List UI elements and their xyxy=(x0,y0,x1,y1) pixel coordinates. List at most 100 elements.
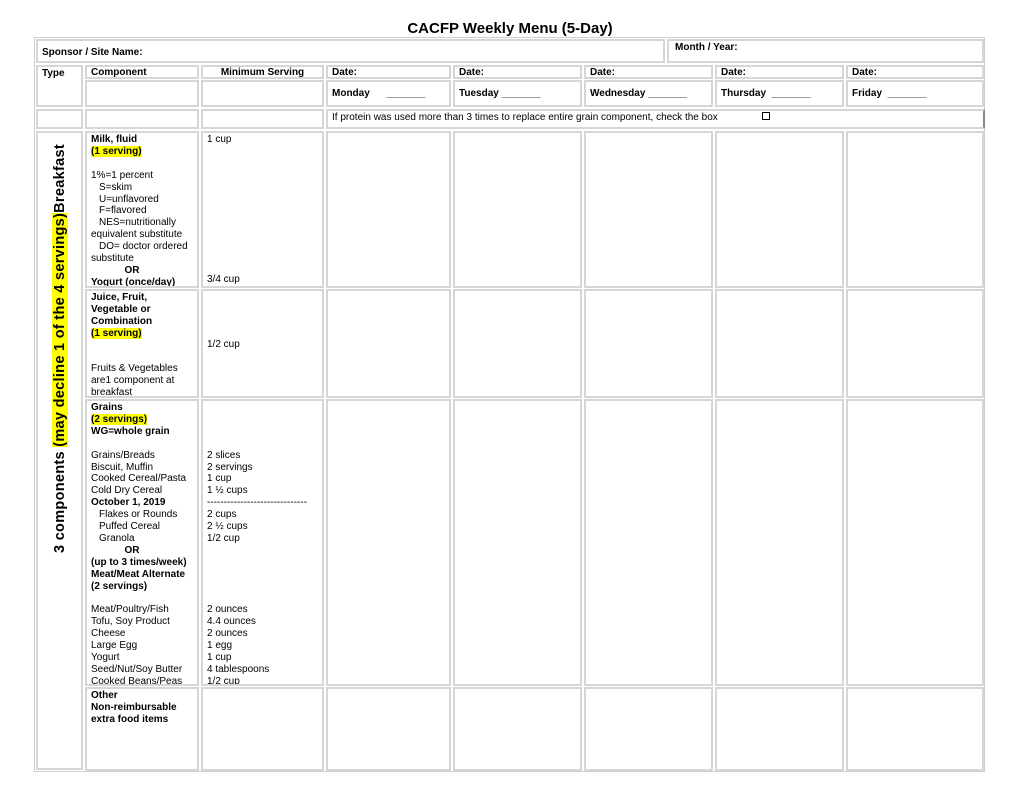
date-label: Date: xyxy=(852,67,878,78)
cereal-min: 1/2 cup xyxy=(207,532,240,544)
other-component-cell: Other Non-reimbursable extra food items xyxy=(85,687,199,771)
meat-item: Large Egg xyxy=(91,640,138,652)
juice-note: Fruits & Vegetables xyxy=(91,363,178,375)
other-minimum-cell xyxy=(201,687,324,771)
menu-entry-milk-friday[interactable] xyxy=(846,131,984,288)
minimum-header-blank xyxy=(201,80,324,107)
meal-type-label: 3 components (may decline 1 of the 4 ser… xyxy=(40,133,80,553)
grains-component-cell: Grains (2 servings) WG=whole grain Grain… xyxy=(85,399,199,686)
col-header-type: Type xyxy=(36,65,83,107)
grain-min: 1 ½ cups xyxy=(207,485,248,497)
juice-min: 1/2 cup xyxy=(207,339,240,350)
menu-entry-grains-monday[interactable] xyxy=(326,399,451,686)
grain-item: Cooked Cereal/Pasta xyxy=(91,473,187,485)
date-wednesday[interactable]: Date: xyxy=(584,65,713,79)
date-label: Date: xyxy=(721,67,747,78)
menu-entry-other-tuesday[interactable] xyxy=(453,687,582,771)
day-label: Thursday _______ xyxy=(721,88,811,99)
date-friday[interactable]: Date: xyxy=(846,65,984,79)
type-header-label: Type xyxy=(42,68,65,79)
juice-note: are1 component at xyxy=(91,375,175,387)
grain-min: 2 servings xyxy=(207,461,253,473)
milk-serving-note: (1 serving) xyxy=(91,145,142,157)
day-friday: Friday _______ xyxy=(846,80,984,107)
menu-entry-grains-tuesday[interactable] xyxy=(453,399,582,686)
menu-entry-juice-tuesday[interactable] xyxy=(453,289,582,398)
meat-item: Meat/Poultry/Fish xyxy=(91,604,169,616)
grains-minimum-cell: 2 slices 2 servings 1 cup 1 ½ cups -----… xyxy=(201,399,324,686)
meat-serving-note: (2 servings) xyxy=(91,580,148,592)
grain-item: Biscuit, Muffin xyxy=(91,461,154,473)
sponsor-site-name-field[interactable]: Sponsor / Site Name: xyxy=(36,39,665,63)
menu-entry-milk-monday[interactable] xyxy=(326,131,451,288)
date-label: Date: xyxy=(459,67,485,78)
milk-note: DO= doctor ordered xyxy=(99,241,188,253)
menu-entry-milk-tuesday[interactable] xyxy=(453,131,582,288)
meat-min: 1 cup xyxy=(207,652,232,664)
juice-component-cell: Juice, Fruit, Vegetable or Combination (… xyxy=(85,289,199,398)
grains-divider: ------------------------------ xyxy=(207,497,307,509)
menu-entry-grains-wednesday[interactable] xyxy=(584,399,713,686)
grain-item: Grains/Breads xyxy=(91,449,155,461)
meat-item: Cooked Beans/Peas xyxy=(91,675,183,686)
milk-alt: Yogurt (once/day) xyxy=(91,276,176,288)
protein-note: If protein was used more than 3 times to… xyxy=(332,112,718,123)
milk-component-cell: Milk, fluid (1 serving) 1%=1 percent S=s… xyxy=(85,131,199,288)
grains-wg-note: WG=whole grain xyxy=(91,425,170,437)
meat-limit: (up to 3 times/week) xyxy=(91,556,187,568)
meal-type-cell: 3 components (may decline 1 of the 4 ser… xyxy=(36,131,83,770)
date-monday[interactable]: Date: xyxy=(326,65,451,79)
meat-min: 1/2 cup xyxy=(207,675,240,686)
menu-entry-juice-monday[interactable] xyxy=(326,289,451,398)
meat-min: 2 ounces xyxy=(207,628,248,640)
day-label: Wednesday _______ xyxy=(590,88,688,99)
date-thursday[interactable]: Date: xyxy=(715,65,844,79)
juice-minimum-cell: 1/2 cup xyxy=(201,289,324,398)
milk-min-primary: 1 cup xyxy=(207,134,232,145)
meat-title: Meat/Meat Alternate xyxy=(91,568,186,580)
meat-min: 4.4 ounces xyxy=(207,616,256,628)
juice-serving-note: (1 serving) xyxy=(91,327,142,339)
grain-min: 2 slices xyxy=(207,449,241,461)
month-year-field[interactable]: Month / Year: xyxy=(667,39,984,63)
milk-note: S=skim xyxy=(99,181,133,193)
menu-entry-grains-thursday[interactable] xyxy=(715,399,844,686)
menu-entry-milk-wednesday[interactable] xyxy=(584,131,713,288)
sponsor-site-name-label: Sponsor / Site Name: xyxy=(42,47,143,58)
cereal-min: 2 cups xyxy=(207,509,237,521)
other-title: Non-reimbursable xyxy=(91,701,177,713)
day-tuesday: Tuesday _______ xyxy=(453,80,582,107)
menu-entry-other-monday[interactable] xyxy=(326,687,451,771)
menu-entry-milk-thursday[interactable] xyxy=(715,131,844,288)
menu-entry-other-friday[interactable] xyxy=(846,687,984,771)
menu-entry-juice-thursday[interactable] xyxy=(715,289,844,398)
protein-note-cell: If protein was used more than 3 times to… xyxy=(326,109,985,129)
menu-entry-other-wednesday[interactable] xyxy=(584,687,713,771)
menu-entry-other-thursday[interactable] xyxy=(715,687,844,771)
meal-type-prefix: 3 components xyxy=(52,446,68,553)
milk-min-alt: 3/4 cup xyxy=(207,274,240,286)
milk-note: substitute xyxy=(91,253,134,265)
col-header-component: Component xyxy=(85,65,199,79)
grains-serving-note: (2 servings) xyxy=(91,413,148,425)
cereal-item: Puffed Cereal xyxy=(99,521,160,533)
milk-minimum-cell: 1 cup 3/4 cup xyxy=(201,131,324,288)
menu-entry-grains-friday[interactable] xyxy=(846,399,984,686)
date-label: Date: xyxy=(590,67,616,78)
other-title: Other xyxy=(91,690,118,701)
grains-title: Grains xyxy=(91,402,123,413)
milk-note: NES=nutritionally xyxy=(99,217,176,229)
date-tuesday[interactable]: Date: xyxy=(453,65,582,79)
protein-checkbox[interactable] xyxy=(761,112,770,121)
milk-note: equivalent substitute xyxy=(91,229,183,241)
other-title: extra food items xyxy=(91,713,169,725)
day-wednesday: Wednesday _______ xyxy=(584,80,713,107)
meal-type-name: Breakfast xyxy=(52,144,68,213)
meat-item: Tofu, Soy Product xyxy=(91,616,170,628)
menu-entry-juice-friday[interactable] xyxy=(846,289,984,398)
col-header-minimum-serving: Minimum Serving xyxy=(201,65,324,79)
month-year-label: Month / Year: xyxy=(675,42,738,53)
protein-row-component-blank xyxy=(85,109,199,129)
cereal-min: 2 ½ cups xyxy=(207,521,248,533)
menu-entry-juice-wednesday[interactable] xyxy=(584,289,713,398)
